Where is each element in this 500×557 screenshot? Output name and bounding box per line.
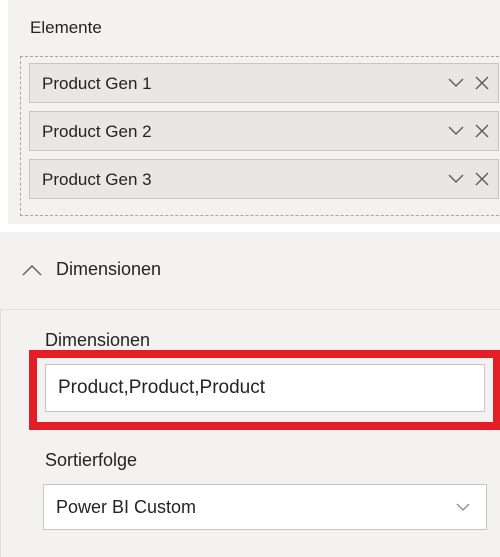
close-icon[interactable] bbox=[474, 123, 490, 139]
field-pill-label: Product Gen 3 bbox=[42, 170, 152, 189]
visualizations-pane: Elemente Product Gen 1 Product Gen 2 Pro… bbox=[0, 0, 500, 557]
close-icon[interactable] bbox=[474, 171, 490, 187]
chevron-down-icon[interactable] bbox=[456, 503, 470, 512]
close-icon[interactable] bbox=[474, 75, 490, 91]
dimensions-section-title: Dimensionen bbox=[56, 259, 162, 279]
elements-well: Elemente Product Gen 1 Product Gen 2 Pro… bbox=[8, 0, 500, 224]
dimensions-section-header[interactable]: Dimensionen bbox=[0, 232, 500, 310]
field-pill-product-gen-3[interactable]: Product Gen 3 bbox=[29, 159, 499, 199]
elements-drop-zone[interactable]: Product Gen 1 Product Gen 2 Product Gen … bbox=[20, 56, 500, 216]
chevron-down-icon[interactable] bbox=[448, 173, 464, 185]
elements-label: Elemente bbox=[30, 18, 102, 37]
dimensions-section: Dimensionen Dimensionen Product,Product,… bbox=[0, 232, 500, 557]
field-pill-label: Product Gen 1 bbox=[42, 74, 152, 93]
dimensions-field-label: Dimensionen bbox=[45, 330, 151, 350]
field-pill-label: Product Gen 2 bbox=[42, 122, 152, 141]
chevron-down-icon[interactable] bbox=[448, 77, 464, 89]
field-pill-product-gen-1[interactable]: Product Gen 1 bbox=[29, 63, 499, 103]
dimensions-section-body: Dimensionen Product,Product,Product Sort… bbox=[0, 310, 500, 557]
chevron-down-icon[interactable] bbox=[448, 125, 464, 137]
dimensions-input[interactable]: Product,Product,Product bbox=[45, 364, 485, 412]
chevron-up-icon[interactable] bbox=[22, 264, 42, 276]
field-pill-product-gen-2[interactable]: Product Gen 2 bbox=[29, 111, 499, 151]
sort-order-label: Sortierfolge bbox=[45, 450, 138, 470]
sort-order-selected-value: Power BI Custom bbox=[56, 497, 197, 517]
sort-order-select[interactable]: Power BI Custom bbox=[43, 484, 487, 530]
